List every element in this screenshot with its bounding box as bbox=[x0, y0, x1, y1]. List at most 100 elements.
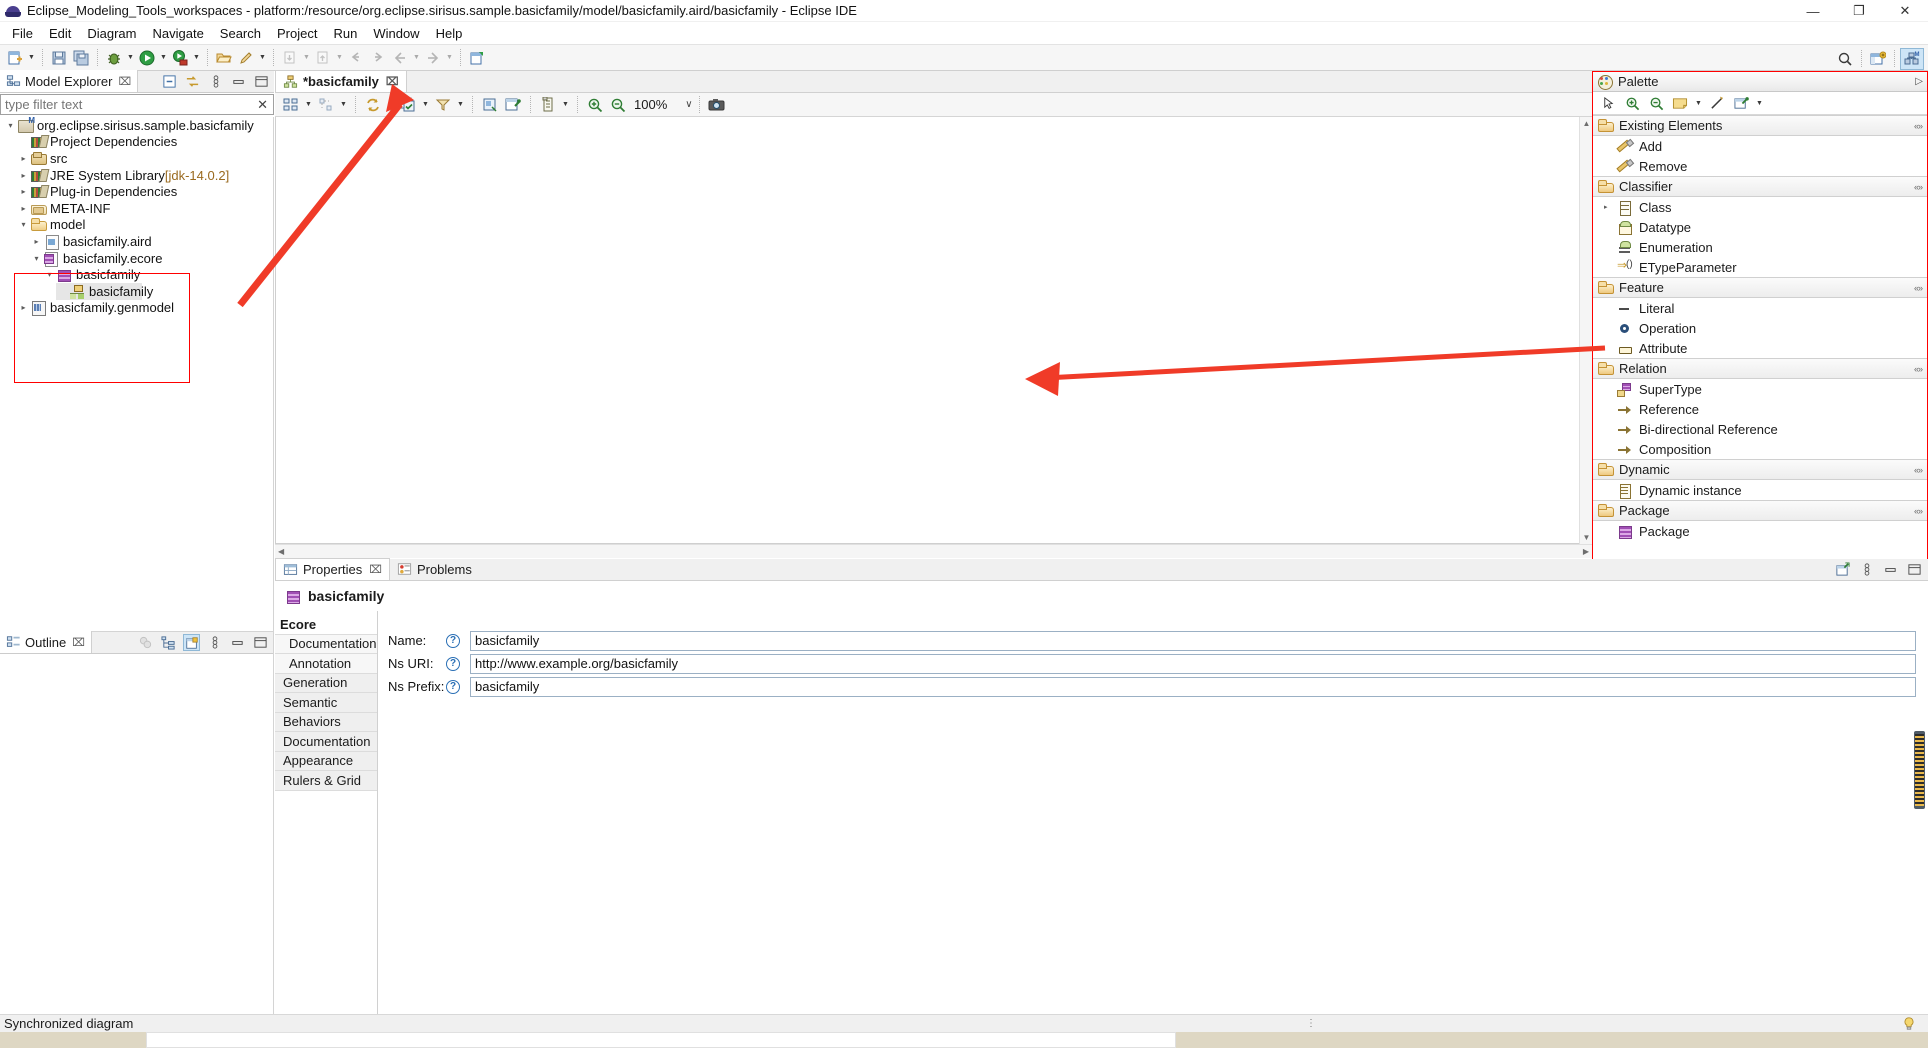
view-menu-icon[interactable] bbox=[1858, 561, 1875, 578]
select-icon[interactable] bbox=[397, 94, 419, 115]
palette-entry[interactable]: Attribute bbox=[1593, 338, 1927, 358]
chevron-icon[interactable]: ▸ bbox=[1604, 203, 1611, 211]
chevron-icon[interactable]: ▸ bbox=[17, 303, 30, 312]
menu-search[interactable]: Search bbox=[212, 24, 269, 43]
maximize-icon[interactable] bbox=[1906, 561, 1923, 578]
hide-overlay-icon[interactable] bbox=[137, 634, 154, 651]
debug-icon[interactable] bbox=[103, 47, 125, 68]
run-dropdown-icon[interactable]: ▼ bbox=[158, 47, 169, 68]
tree-item[interactable]: ▾ model bbox=[0, 217, 273, 234]
palette-entry[interactable]: Add bbox=[1593, 136, 1927, 156]
tree-item[interactable]: Project Dependencies bbox=[0, 134, 273, 151]
menu-run[interactable]: Run bbox=[325, 24, 365, 43]
properties-side-tab[interactable]: Documentation bbox=[275, 634, 377, 654]
minimize-icon[interactable] bbox=[1882, 561, 1899, 578]
close-button[interactable]: ✕ bbox=[1882, 0, 1928, 22]
zoom-out-icon[interactable] bbox=[607, 94, 629, 115]
previous-annotation-icon[interactable] bbox=[312, 47, 334, 68]
properties-side-tab[interactable]: Documentation bbox=[275, 732, 377, 752]
note-attachment-icon[interactable] bbox=[1730, 93, 1752, 114]
close-icon[interactable]: ⌧ bbox=[72, 636, 85, 649]
menu-edit[interactable]: Edit bbox=[41, 24, 79, 43]
chevron-icon[interactable]: ▸ bbox=[17, 171, 30, 180]
tree-view-icon[interactable] bbox=[160, 634, 177, 651]
properties-side-tab[interactable]: Appearance bbox=[275, 751, 377, 771]
collapse-icon[interactable]: «» bbox=[1914, 182, 1923, 192]
new-diagram-icon[interactable] bbox=[466, 47, 488, 68]
close-icon[interactable]: ⌧ bbox=[386, 75, 399, 88]
back-dropdown-icon[interactable]: ▼ bbox=[411, 47, 422, 68]
properties-side-tab[interactable]: Annotation bbox=[275, 654, 377, 674]
tab-properties[interactable]: Properties ⌧ bbox=[275, 558, 390, 580]
canvas-vertical-scrollbar[interactable]: ▲ ▼ bbox=[1579, 117, 1592, 544]
forward-dropdown-icon[interactable]: ▼ bbox=[444, 47, 455, 68]
help-icon[interactable]: ? bbox=[446, 656, 460, 671]
forward-history-icon[interactable] bbox=[367, 47, 389, 68]
help-icon[interactable]: ? bbox=[446, 679, 460, 694]
run-icon[interactable] bbox=[136, 47, 158, 68]
property-field-input[interactable] bbox=[470, 630, 1916, 651]
next-annotation-icon[interactable] bbox=[279, 47, 301, 68]
zoom-out-tool-icon[interactable] bbox=[1645, 93, 1667, 114]
view-menu-icon[interactable] bbox=[207, 73, 224, 90]
chevron-icon[interactable]: ▾ bbox=[30, 254, 43, 263]
paste-format-icon[interactable] bbox=[479, 94, 501, 115]
next-annotation-dropdown-icon[interactable]: ▼ bbox=[301, 47, 312, 68]
close-icon[interactable]: ⌧ bbox=[118, 75, 131, 88]
chevron-icon[interactable]: ▸ bbox=[30, 237, 43, 246]
chevron-icon[interactable]: ▾ bbox=[4, 121, 17, 130]
tree-item[interactable]: ▸ basicfamily.aird bbox=[0, 233, 273, 250]
chevron-icon[interactable]: ▸ bbox=[17, 204, 30, 213]
new-wizard-dropdown-icon[interactable]: ▼ bbox=[26, 47, 37, 68]
previous-annotation-dropdown-icon[interactable]: ▼ bbox=[334, 47, 345, 68]
menu-diagram[interactable]: Diagram bbox=[79, 24, 144, 43]
palette-group-header[interactable]: Classifier «» bbox=[1593, 176, 1927, 197]
note-attachment-dropdown-icon[interactable]: ▼ bbox=[1754, 93, 1765, 114]
coverage-icon[interactable] bbox=[169, 47, 191, 68]
maximize-icon[interactable] bbox=[252, 634, 269, 651]
canvas-horizontal-scrollbar[interactable]: ◀ ▶ bbox=[275, 544, 1592, 558]
collapse-all-icon[interactable] bbox=[161, 73, 178, 90]
filter-box[interactable]: ✕ bbox=[0, 94, 274, 115]
palette-entry[interactable]: Enumeration bbox=[1593, 237, 1927, 257]
palette-entry[interactable]: Literal bbox=[1593, 298, 1927, 318]
tree-item[interactable]: ▸ Plug-in Dependencies bbox=[0, 183, 273, 200]
layout-icon[interactable] bbox=[183, 634, 200, 651]
palette-entry[interactable]: Dynamic instance bbox=[1593, 480, 1927, 500]
pin-icon[interactable] bbox=[502, 94, 524, 115]
quick-fix-icon[interactable] bbox=[235, 47, 257, 68]
palette-entry[interactable]: Remove bbox=[1593, 156, 1927, 176]
property-field-input[interactable] bbox=[470, 653, 1916, 674]
palette-entry[interactable]: Datatype bbox=[1593, 217, 1927, 237]
layers-dropdown-icon[interactable]: ▼ bbox=[560, 94, 571, 115]
chevron-icon[interactable]: ▾ bbox=[17, 220, 30, 229]
minimize-icon[interactable] bbox=[230, 73, 247, 90]
save-icon[interactable] bbox=[48, 47, 70, 68]
palette-entry[interactable]: ▸ Class bbox=[1593, 197, 1927, 217]
minimize-button[interactable]: — bbox=[1790, 0, 1836, 22]
restore-icon[interactable] bbox=[1834, 561, 1851, 578]
palette-entry[interactable]: Bi-directional Reference bbox=[1593, 419, 1927, 439]
scroll-left-icon[interactable]: ◀ bbox=[275, 547, 287, 556]
arrange-all-icon[interactable] bbox=[280, 94, 302, 115]
palette-pin-icon[interactable]: ▷ bbox=[1915, 76, 1923, 87]
tree-item[interactable]: basicfamily bbox=[56, 282, 153, 300]
new-wizard-icon[interactable] bbox=[4, 47, 26, 68]
menu-window[interactable]: Window bbox=[365, 24, 427, 43]
quick-fix-dropdown-icon[interactable]: ▼ bbox=[257, 47, 268, 68]
properties-side-tab[interactable]: Rulers & Grid bbox=[275, 771, 377, 791]
view-menu-icon[interactable] bbox=[206, 634, 223, 651]
menu-help[interactable]: Help bbox=[428, 24, 471, 43]
collapse-icon[interactable]: «» bbox=[1914, 465, 1923, 475]
scroll-right-icon[interactable]: ▶ bbox=[1580, 547, 1592, 556]
collapse-icon[interactable]: «» bbox=[1914, 121, 1923, 131]
modeling-perspective-icon[interactable]: M bbox=[1900, 47, 1924, 70]
properties-side-tab[interactable]: Ecore bbox=[275, 615, 377, 635]
tree-item[interactable]: ▾ basicfamily bbox=[0, 266, 273, 283]
zoom-in-tool-icon[interactable] bbox=[1621, 93, 1643, 114]
tab-problems[interactable]: Problems bbox=[390, 558, 479, 580]
link-with-editor-icon[interactable] bbox=[184, 73, 201, 90]
note-tool-icon[interactable] bbox=[1669, 93, 1691, 114]
collapse-icon[interactable]: «» bbox=[1914, 364, 1923, 374]
close-icon[interactable]: ⌧ bbox=[369, 563, 382, 576]
